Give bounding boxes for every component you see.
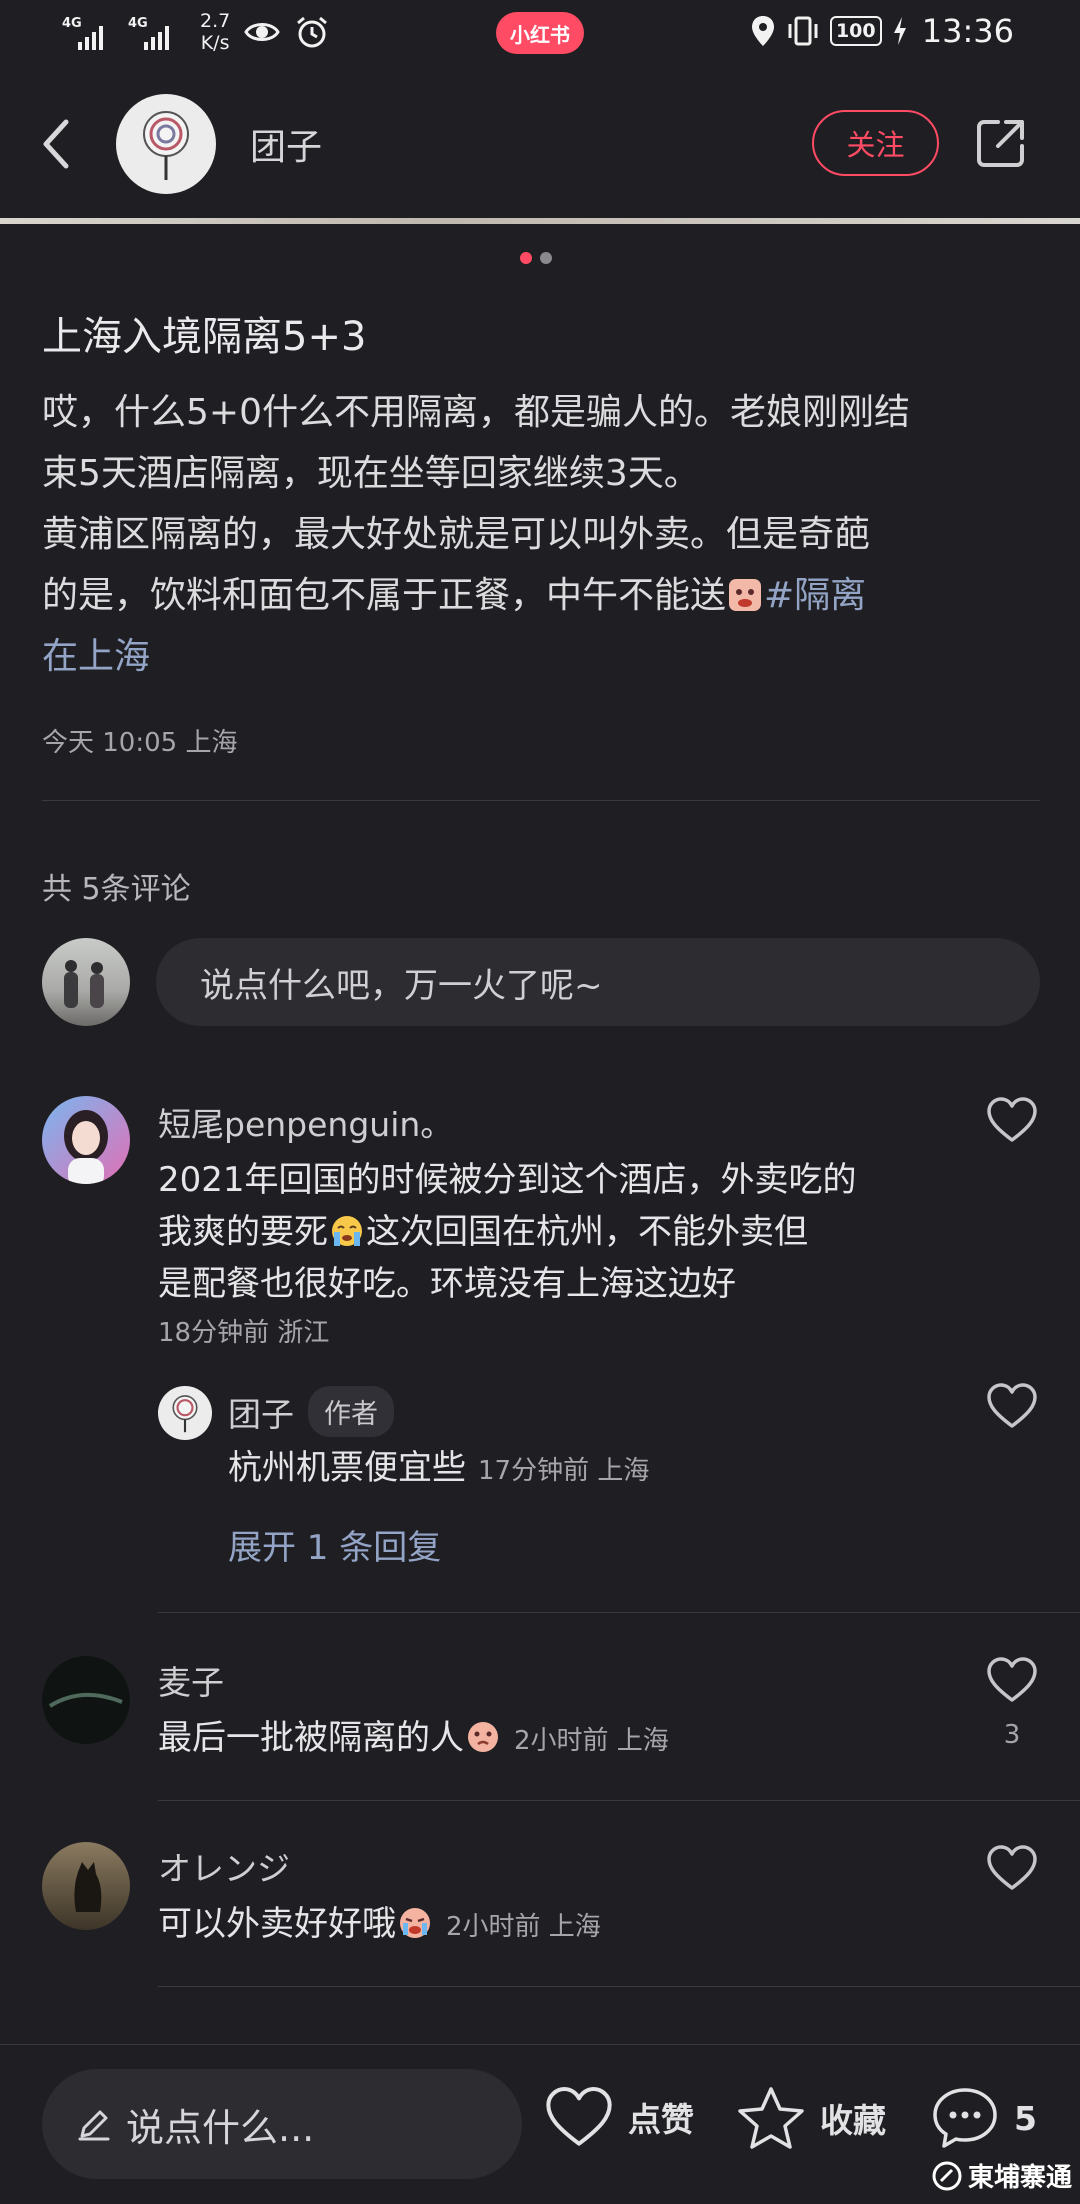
comment-button[interactable]: 5	[930, 2085, 1037, 2151]
comment-meta: 18分钟前 浙江	[158, 1318, 330, 1348]
bottom-action-bar: 说点什么... 点赞 收藏 5 東埔寨通	[0, 2044, 1080, 2204]
divider	[158, 1986, 1080, 1987]
post-line: 束5天酒店隔离，现在坐等回家继续3天。	[42, 453, 700, 494]
lollipop-icon	[172, 1395, 198, 1433]
commenter-name[interactable]: オレンジ	[158, 1842, 290, 1890]
commenter-avatar[interactable]	[42, 1842, 130, 1930]
cell-signal-icon: 4G	[62, 14, 114, 50]
battery-indicator: 100	[829, 16, 882, 46]
post-timestamp: 今天 10:05 上海	[42, 728, 238, 758]
status-bar: 4G 4G 2.7 K/s 小红书 100 13:36	[0, 0, 1080, 66]
crying-face-icon	[400, 1908, 430, 1938]
like-button[interactable]: 点赞	[544, 2085, 694, 2149]
commenter-name[interactable]: 麦子	[158, 1656, 224, 1704]
divider	[42, 800, 1040, 801]
shy-face-icon	[468, 1722, 498, 1752]
say-something-input[interactable]: 说点什么...	[42, 2069, 522, 2179]
author-avatar[interactable]	[116, 94, 216, 194]
app-pill: 小红书	[496, 12, 584, 54]
commenter-avatar[interactable]	[42, 1656, 130, 1744]
hashtag-link[interactable]: #隔离	[764, 575, 866, 616]
vibrate-icon	[788, 16, 818, 46]
watermark: 東埔寨通	[932, 2157, 1072, 2194]
pencil-icon	[78, 2110, 110, 2141]
comment-text: 2021年回国的时候被分到这个酒店，外卖吃的 我爽的要死 这次回国在杭州，不能外卖…	[158, 1160, 857, 1304]
couple-photo-icon	[64, 960, 104, 1008]
like-count: 3	[1003, 1720, 1021, 1750]
back-button[interactable]	[36, 114, 76, 174]
night-photo-icon	[48, 1692, 123, 1708]
post-image-edge[interactable]	[0, 218, 1080, 224]
cell-signal-2-icon: 4G	[128, 14, 180, 50]
reply-text: 杭州机票便宜些 17分钟前 上海	[228, 1448, 650, 1488]
commenter-name[interactable]: 短尾penpenguin。	[158, 1098, 453, 1146]
alarm-icon	[297, 16, 328, 48]
clock: 13:36	[921, 12, 1014, 50]
reply-author-avatar[interactable]	[158, 1386, 212, 1440]
pager-dot-active	[520, 252, 532, 264]
post-title: 上海入境隔离5+3	[42, 314, 367, 360]
current-user-avatar	[42, 938, 130, 1026]
watermark-logo-icon	[932, 2161, 962, 2190]
author-name[interactable]: 团子	[250, 118, 322, 170]
comment-bubble-icon	[933, 2088, 997, 2148]
divider	[158, 1612, 1080, 1613]
collect-button[interactable]: 收藏	[736, 2085, 886, 2151]
post-line: 黄浦区隔离的，最大好处就是可以叫外卖。但是奇葩	[42, 514, 871, 555]
comment-meta: 2小时前 上海	[514, 1726, 669, 1756]
like-heart-icon[interactable]	[986, 1382, 1038, 1430]
divider	[158, 1800, 1080, 1801]
location-icon	[751, 16, 774, 46]
expand-replies-link[interactable]: 展开 1 条回复	[228, 1520, 441, 1569]
hashtag-link-cont[interactable]: 在上海	[42, 636, 150, 677]
comment-text: 可以外卖好好哦 2小时前 上海	[158, 1904, 601, 1944]
star-icon	[738, 2087, 804, 2149]
commenter-avatar[interactable]	[42, 1096, 130, 1184]
heart-icon	[546, 2087, 612, 2146]
post-header: 团子 关注	[0, 80, 1080, 208]
image-pager-dots	[520, 252, 552, 264]
post-line: 的是，饮料和面包不属于正餐，中午不能送 #隔离	[42, 575, 867, 616]
comment-input[interactable]: 说点什么吧，万一火了呢~	[156, 938, 1040, 1026]
comment-count: 共 5条评论	[42, 872, 191, 907]
charging-icon	[893, 17, 906, 45]
like-heart-icon[interactable]	[986, 1096, 1038, 1144]
post-line: 在上海	[42, 626, 1042, 687]
follow-button[interactable]: 关注	[812, 110, 939, 176]
cat-silhouette-icon	[74, 1862, 102, 1912]
reply-author[interactable]: 团子 作者	[228, 1386, 394, 1437]
crying-face-icon	[729, 579, 762, 611]
comment-text: 最后一批被隔离的人 2小时前 上海	[158, 1718, 669, 1758]
post-line: 哎，什么5+0什么不用隔离，都是骗人的。老娘刚刚结	[42, 392, 910, 433]
eye-icon	[244, 23, 280, 41]
author-badge: 作者	[308, 1386, 394, 1437]
share-icon[interactable]	[974, 116, 1028, 170]
like-heart-icon[interactable]	[986, 1844, 1038, 1892]
like-heart-icon[interactable]	[986, 1656, 1038, 1704]
post-body: 哎，什么5+0什么不用隔离，都是骗人的。老娘刚刚结 束5天酒店隔离，现在坐等回家…	[42, 382, 1042, 687]
comment-meta: 2小时前 上海	[446, 1912, 601, 1942]
crying-face-icon	[332, 1216, 362, 1246]
lollipop-icon	[143, 111, 189, 180]
pager-dot	[540, 252, 552, 264]
girl-portrait-icon	[64, 1110, 108, 1184]
reply-meta: 17分钟前 上海	[478, 1456, 650, 1486]
network-speed: 2.7 K/s	[200, 10, 231, 54]
